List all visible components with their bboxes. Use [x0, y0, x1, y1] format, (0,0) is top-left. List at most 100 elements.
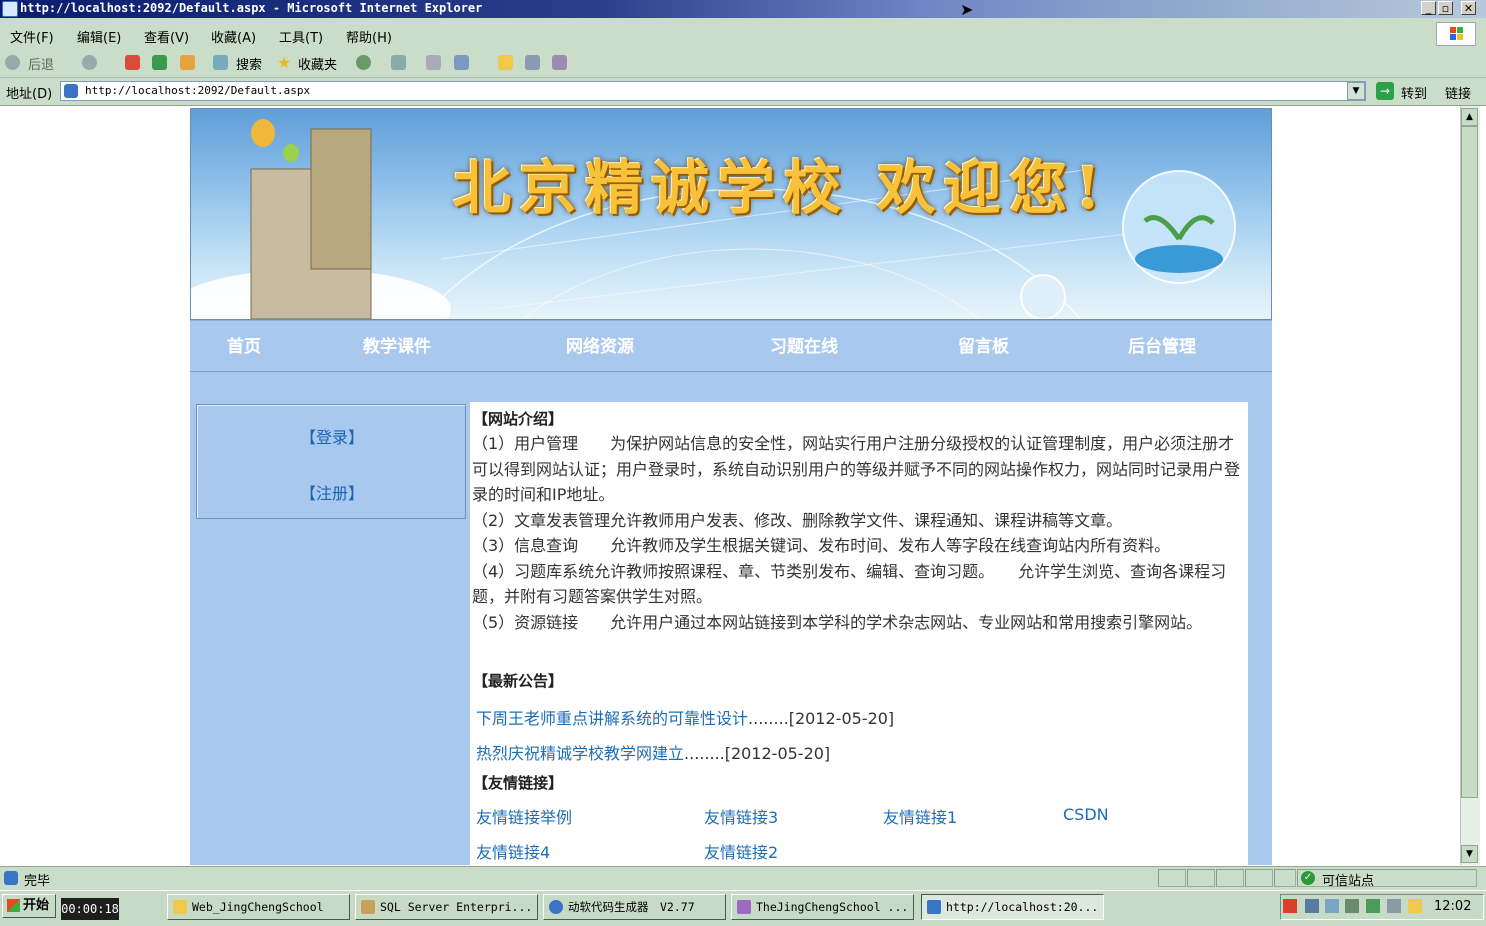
- restore-button[interactable]: ▫: [1438, 1, 1453, 15]
- intro-item: （1）用户管理 为保护网站信息的安全性，网站实行用户注册分级授权的认证管理制度，…: [472, 434, 1241, 504]
- task-label: http://localhost:20...: [946, 900, 1099, 914]
- address-input[interactable]: http://localhost:2092/Default.aspx: [60, 81, 1366, 101]
- windows-flag-icon: [7, 899, 20, 912]
- status-cell: [1187, 869, 1215, 887]
- friend-link[interactable]: 友情链接4: [476, 839, 550, 863]
- start-label: 开始: [23, 898, 50, 913]
- friend-link[interactable]: 友情链接2: [704, 839, 778, 863]
- ie-app-icon: [2, 1, 18, 17]
- task-web-jingchengschool[interactable]: Web_JingChengSchool: [167, 894, 350, 920]
- friend-link[interactable]: CSDN: [1063, 805, 1109, 824]
- friend-link[interactable]: 友情链接举例: [476, 804, 572, 828]
- intro-item: （5）资源链接 允许用户通过本网站链接到本学科的学术杂志网站、专业网站和常用搜索…: [472, 612, 1203, 632]
- tray-icon[interactable]: [1366, 899, 1380, 913]
- tray-icon[interactable]: [1325, 899, 1339, 913]
- windows-logo-icon: [1436, 22, 1476, 46]
- stop-button[interactable]: [125, 55, 140, 70]
- links-button[interactable]: 链接: [1445, 83, 1471, 102]
- history-button[interactable]: [356, 55, 371, 70]
- research-button[interactable]: [552, 55, 567, 70]
- intro-item: （2）文章发表管理允许教师用户发表、修改、删除教学文件、课程通知、课程讲稿等文章…: [472, 510, 1123, 530]
- clock: 12:02: [1434, 899, 1472, 914]
- go-button[interactable]: 转到: [1401, 83, 1427, 102]
- recording-timer: 00:00:18: [61, 898, 119, 920]
- login-link[interactable]: 【登录】: [197, 424, 467, 448]
- menu-favorites[interactable]: 收藏(A): [211, 27, 256, 46]
- favorites-button[interactable]: 收藏夹: [298, 54, 337, 73]
- scroll-down-button[interactable]: ▼: [1461, 845, 1478, 863]
- search-button[interactable]: 搜索: [236, 54, 262, 73]
- task-internet-explorer[interactable]: http://localhost:20...: [921, 894, 1104, 920]
- task-label: SQL Server Enterpri...: [380, 900, 533, 914]
- menu-help[interactable]: 帮助(H): [346, 27, 392, 46]
- scroll-up-button[interactable]: ▲: [1461, 108, 1478, 126]
- close-button[interactable]: ✕: [1461, 1, 1476, 15]
- task-sql-server[interactable]: SQL Server Enterpri...: [355, 894, 538, 920]
- intro-item: （3）信息查询 允许教师及学生根据关键词、发布时间、发布人等字段在线查询站内所有…: [472, 536, 1171, 555]
- visual-studio-icon: [737, 900, 751, 914]
- news-date: ........[2012-05-20]: [684, 744, 831, 763]
- news-heading: 【最新公告】: [473, 672, 564, 690]
- nav-resources[interactable]: 网络资源: [566, 332, 634, 357]
- main-nav: [190, 320, 1272, 372]
- folder-icon: [173, 900, 187, 914]
- minimize-button[interactable]: _: [1421, 1, 1436, 15]
- refresh-button[interactable]: [152, 55, 167, 70]
- ie-icon: [927, 900, 941, 914]
- site-banner: 北京精诚学校 欢迎您!: [190, 108, 1272, 320]
- nav-admin[interactable]: 后台管理: [1128, 332, 1196, 357]
- mouse-cursor-icon: ➤: [960, 0, 974, 19]
- task-thejingchengschool[interactable]: TheJingChengSchool ...: [731, 894, 914, 920]
- print-button[interactable]: [426, 55, 441, 70]
- friend-link[interactable]: 友情链接3: [704, 804, 778, 828]
- task-code-generator[interactable]: 动软代码生成器 V2.77: [543, 894, 726, 920]
- menu-edit[interactable]: 编辑(E): [77, 27, 121, 46]
- tray-icon[interactable]: [1345, 899, 1359, 913]
- page-status-icon: [4, 871, 18, 885]
- tray-icon[interactable]: [1305, 899, 1319, 913]
- discuss-button[interactable]: [498, 55, 513, 70]
- window-title: http://localhost:2092/Default.aspx - Mic…: [20, 1, 483, 15]
- intro-text: （1）用户管理 为保护网站信息的安全性，网站实行用户注册分级授权的认证管理制度，…: [472, 431, 1248, 635]
- news-link[interactable]: 热烈庆祝精诚学校教学网建立: [476, 744, 684, 763]
- start-button[interactable]: 开始: [2, 894, 56, 918]
- nav-exercises[interactable]: 习题在线: [770, 332, 838, 357]
- home-button[interactable]: [180, 55, 195, 70]
- links-heading: 【友情链接】: [473, 774, 564, 792]
- menu-tools[interactable]: 工具(T): [279, 27, 323, 46]
- mail-button[interactable]: [391, 55, 406, 70]
- sql-server-icon: [361, 900, 375, 914]
- search-icon: [213, 55, 228, 70]
- back-button[interactable]: 后退: [28, 54, 54, 73]
- task-label: 动软代码生成器 V2.77: [568, 900, 695, 914]
- status-text: 完毕: [24, 874, 51, 889]
- news-date: ........[2012-05-20]: [748, 709, 895, 728]
- edit-button[interactable]: [454, 55, 469, 70]
- task-label: TheJingChengSchool ...: [756, 900, 909, 914]
- messenger-button[interactable]: [525, 55, 540, 70]
- status-cell: [1158, 869, 1186, 887]
- ime-icon[interactable]: [1283, 899, 1297, 913]
- intro-item: （4）习题库系统允许教师按照课程、章、节类别发布、编辑、查询习题。 允许学生浏览…: [472, 561, 1227, 607]
- status-cell: [1274, 869, 1296, 887]
- address-dropdown-button[interactable]: ▼: [1347, 82, 1365, 100]
- task-label: Web_JingChengSchool: [192, 900, 324, 914]
- tray-icon[interactable]: [1408, 899, 1422, 913]
- news-link[interactable]: 下周王老师重点讲解系统的可靠性设计: [476, 709, 748, 728]
- friend-link[interactable]: 友情链接1: [883, 804, 957, 828]
- security-zone-label: 可信站点: [1322, 874, 1375, 889]
- menu-view[interactable]: 查看(V): [144, 27, 189, 46]
- tray-icon[interactable]: [1387, 899, 1401, 913]
- nav-courseware[interactable]: 教学课件: [363, 332, 431, 357]
- go-arrow-icon: →: [1376, 82, 1394, 100]
- status-cell: [1245, 869, 1273, 887]
- register-link[interactable]: 【注册】: [197, 480, 467, 504]
- forward-button[interactable]: [82, 55, 97, 70]
- nav-guestbook[interactable]: 留言板: [958, 332, 1009, 357]
- nav-home[interactable]: 首页: [227, 332, 261, 357]
- main-content: 【网站介绍】 （1）用户管理 为保护网站信息的安全性，网站实行用户注册分级授权的…: [470, 402, 1248, 865]
- code-generator-icon: [549, 900, 563, 914]
- menu-file[interactable]: 文件(F): [10, 27, 54, 46]
- scroll-thumb[interactable]: [1461, 126, 1478, 798]
- status-cell: [1216, 869, 1244, 887]
